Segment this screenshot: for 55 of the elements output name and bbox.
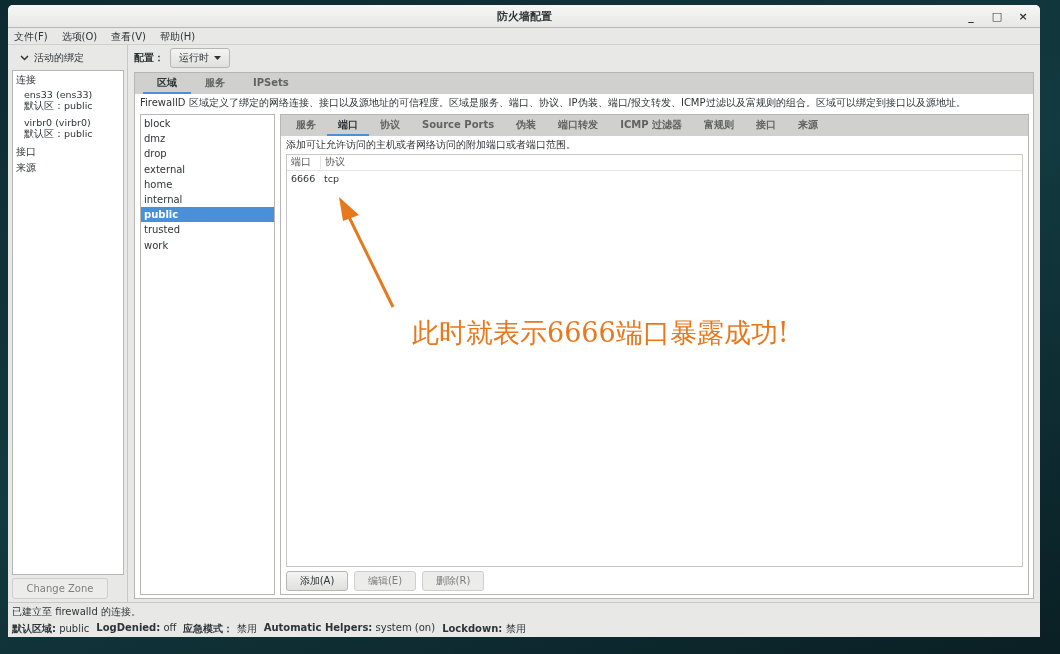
zone-item[interactable]: dmz	[141, 131, 274, 147]
menu-item[interactable]: 帮助(H)	[159, 29, 196, 44]
binding-zone: 默认区：public	[24, 100, 94, 113]
zone-item[interactable]: external	[141, 161, 274, 177]
binding-group[interactable]: 来源	[16, 161, 120, 175]
config-dropdown[interactable]: 运行时	[170, 48, 230, 68]
zone-item[interactable]: work	[141, 237, 274, 253]
status-item: Automatic Helpers: system (on)	[263, 621, 436, 635]
table-cell-text: tcp	[323, 173, 340, 184]
tab[interactable]: 区域	[143, 73, 191, 94]
chevron-icon	[20, 55, 29, 61]
maximize-button[interactable]: □	[986, 8, 1008, 24]
config-label: 配置：	[134, 51, 164, 65]
status-item: 默认区域: public	[12, 621, 90, 636]
binding-name[interactable]: ens33 (ens33)	[24, 89, 120, 100]
tab[interactable]: 富规则	[693, 115, 745, 136]
menu-item[interactable]: 选项(O)	[61, 29, 98, 44]
window-title: 防火墙配置	[496, 8, 552, 24]
menu-item[interactable]: 查看(V)	[111, 29, 146, 44]
tab[interactable]: 接口	[745, 115, 787, 136]
column-header[interactable]: 协议	[321, 156, 349, 169]
menu-item[interactable]: 文件(F)	[14, 29, 48, 44]
table-cell-text: 6666	[290, 173, 317, 184]
zone-description: FirewallD 区域定义了绑定的网络连接、接口以及源地址的可信程度。区域是服务、端口、协议、IP伪装、端口/报文转发、ICMP过滤以及富规则的组合。区域可以绑定到接口以及源地址。	[140, 97, 967, 109]
zone-item[interactable]: drop	[141, 146, 274, 162]
zone-item[interactable]: block	[141, 116, 274, 132]
binding-group[interactable]: 连接	[16, 73, 120, 87]
column-header[interactable]: 端口	[287, 156, 321, 169]
bindings-toggle[interactable]: 活动的绑定	[12, 45, 124, 70]
close-button[interactable]: ×	[1012, 8, 1034, 24]
zone-item[interactable]: home	[141, 176, 274, 192]
binding-zone: 默认区：public	[24, 128, 94, 141]
zone-item[interactable]: trusted	[141, 222, 274, 238]
binding-name[interactable]: virbr0 (virbr0)	[24, 117, 120, 128]
zone-item[interactable]: internal	[141, 191, 274, 208]
annotation-text: 此时就表示6666端口暴露成功!	[412, 316, 789, 350]
tab[interactable]: IPSets	[239, 73, 303, 94]
tab[interactable]: 服务	[285, 115, 327, 136]
minimize-button[interactable]: _	[960, 8, 982, 24]
binding-group[interactable]: 接口	[16, 145, 120, 159]
status-item: Lockdown: 禁用	[442, 621, 526, 636]
tab[interactable]: 来源	[787, 115, 829, 136]
tab[interactable]: 服务	[191, 73, 239, 94]
tab[interactable]: 协议	[369, 115, 411, 136]
status-message: 已建立至 firewalld 的连接。	[12, 604, 142, 619]
caret-icon	[214, 56, 221, 60]
ports-description: 添加可让允许访问的主机或者网络访问的附加端口或者端口范围。	[286, 139, 577, 152]
action-button[interactable]: 添加(A)	[286, 571, 348, 591]
status-item: LogDenied: off	[96, 621, 177, 635]
tab[interactable]: ICMP 过滤器	[609, 115, 693, 136]
tab[interactable]: 端口	[327, 115, 369, 136]
tab[interactable]: Source Ports	[411, 115, 506, 136]
tab[interactable]: 端口转发	[547, 115, 610, 136]
status-item: 应急模式： 禁用	[183, 621, 257, 636]
tab[interactable]: 伪装	[505, 115, 548, 136]
